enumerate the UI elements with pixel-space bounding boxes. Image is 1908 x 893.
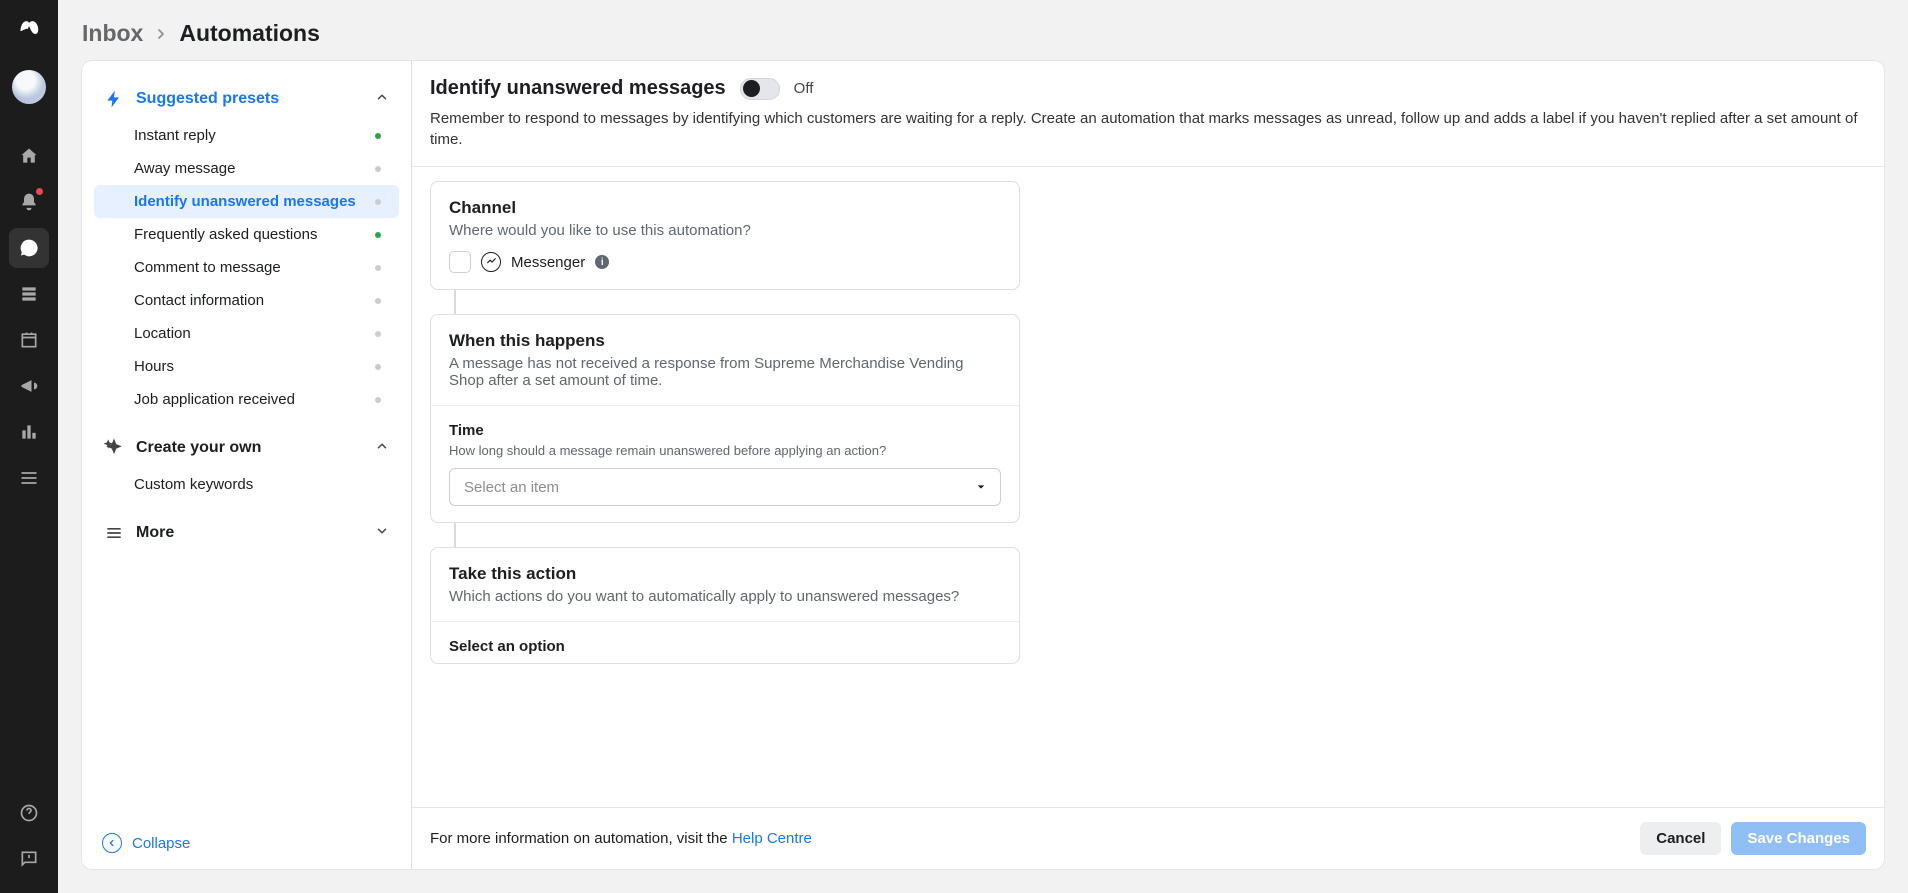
group-more-title: More <box>136 524 375 542</box>
preset-identify-unanswered[interactable]: Identify unanswered messages <box>94 185 399 218</box>
nav-ads[interactable] <box>9 366 49 406</box>
chevron-down-icon <box>375 524 389 542</box>
channel-title: Channel <box>449 198 1001 218</box>
messenger-icon <box>481 252 501 272</box>
content-header: Identify unanswered messages Off Remembe… <box>412 61 1884 166</box>
channel-sub: Where would you like to use this automat… <box>449 222 1001 239</box>
preset-hours[interactable]: Hours <box>94 350 399 383</box>
status-dot-icon <box>375 364 381 370</box>
action-select-label: Select an option <box>449 638 1001 655</box>
card-scroll: Channel Where would you like to use this… <box>412 166 1884 807</box>
sparkle-icon <box>104 438 128 458</box>
status-dot-icon <box>375 397 381 403</box>
messenger-checkbox[interactable] <box>449 251 471 273</box>
status-dot-icon <box>375 133 381 139</box>
preset-label: Custom keywords <box>134 476 253 493</box>
footer-text: For more information on automation, visi… <box>430 830 732 847</box>
nav-insights[interactable] <box>9 412 49 452</box>
preset-label: Job application received <box>134 391 295 408</box>
action-card: Take this action Which actions do you wa… <box>430 547 1020 664</box>
status-dot-icon <box>375 298 381 304</box>
page-title: Identify unanswered messages <box>430 77 726 100</box>
main-area: Inbox Automations Suggested presets <box>58 0 1908 893</box>
card-connector <box>454 290 456 314</box>
nav-calendar[interactable] <box>9 320 49 360</box>
preset-away-message[interactable]: Away message <box>94 152 399 185</box>
nav-inbox[interactable] <box>9 228 49 268</box>
bolt-icon <box>104 89 128 109</box>
preset-label: Frequently asked questions <box>134 226 317 243</box>
breadcrumb: Inbox Automations <box>58 0 1908 61</box>
collapse-sidebar[interactable]: Collapse <box>102 833 391 853</box>
preset-label: Hours <box>134 358 174 375</box>
status-dot-icon <box>375 265 381 271</box>
automation-toggle[interactable] <box>740 78 780 100</box>
group-create-your-own[interactable]: Create your own <box>90 428 403 468</box>
preset-label: Away message <box>134 160 235 177</box>
notification-dot-icon <box>36 188 43 195</box>
nav-rail <box>0 0 58 893</box>
time-label: Time <box>449 422 1001 439</box>
content-area: Identify unanswered messages Off Remembe… <box>412 61 1884 869</box>
nav-notifications[interactable] <box>9 182 49 222</box>
preset-label: Comment to message <box>134 259 281 276</box>
help-centre-link[interactable]: Help Centre <box>732 830 812 847</box>
action-title: Take this action <box>449 564 1001 584</box>
group-more[interactable]: More <box>90 513 403 553</box>
channel-card: Channel Where would you like to use this… <box>430 181 1020 290</box>
collapse-label: Collapse <box>132 835 190 852</box>
breadcrumb-current: Automations <box>179 20 320 47</box>
preset-label: Location <box>134 325 191 342</box>
cancel-button[interactable]: Cancel <box>1640 822 1721 855</box>
info-icon[interactable]: i <box>595 255 609 269</box>
content-footer: For more information on automation, visi… <box>412 807 1884 869</box>
nav-home[interactable] <box>9 136 49 176</box>
preset-faq[interactable]: Frequently asked questions <box>94 218 399 251</box>
when-card: When this happens A message has not rece… <box>430 314 1020 523</box>
action-sub: Which actions do you want to automatical… <box>449 588 1001 605</box>
preset-comment-to-message[interactable]: Comment to message <box>94 251 399 284</box>
page-description: Remember to respond to messages by ident… <box>430 108 1866 150</box>
preset-job-application[interactable]: Job application received <box>94 383 399 416</box>
select-placeholder: Select an item <box>464 479 559 496</box>
panel: Suggested presets Instant reply Away mes… <box>82 61 1884 869</box>
preset-label: Instant reply <box>134 127 216 144</box>
meta-logo-icon <box>10 8 48 46</box>
save-button[interactable]: Save Changes <box>1731 822 1866 855</box>
collapse-icon <box>102 833 122 853</box>
time-hint: How long should a message remain unanswe… <box>449 443 1001 458</box>
list-icon <box>104 523 128 543</box>
status-dot-icon <box>375 199 381 205</box>
messenger-label: Messenger <box>511 254 585 271</box>
group-suggested-title: Suggested presets <box>136 90 375 108</box>
preset-contact-info[interactable]: Contact information <box>94 284 399 317</box>
group-create-title: Create your own <box>136 439 375 457</box>
card-connector <box>454 523 456 547</box>
chevron-up-icon <box>375 90 389 108</box>
group-suggested-presets[interactable]: Suggested presets <box>90 79 403 119</box>
status-dot-icon <box>375 232 381 238</box>
toggle-state-label: Off <box>794 80 814 97</box>
status-dot-icon <box>375 331 381 337</box>
automations-sidebar: Suggested presets Instant reply Away mes… <box>82 61 412 869</box>
chevron-up-icon <box>375 439 389 457</box>
when-title: When this happens <box>449 331 1001 351</box>
nav-posts[interactable] <box>9 274 49 314</box>
breadcrumb-inbox[interactable]: Inbox <box>82 20 143 47</box>
caret-down-icon <box>976 479 986 496</box>
nav-feedback[interactable] <box>9 839 49 879</box>
avatar[interactable] <box>12 70 46 104</box>
status-dot-icon <box>375 166 381 172</box>
preset-location[interactable]: Location <box>94 317 399 350</box>
preset-instant-reply[interactable]: Instant reply <box>94 119 399 152</box>
nav-help[interactable] <box>9 793 49 833</box>
time-select[interactable]: Select an item <box>449 468 1001 506</box>
when-sub: A message has not received a response fr… <box>449 355 1001 389</box>
chevron-right-icon <box>153 26 169 42</box>
preset-label: Identify unanswered messages <box>134 193 356 210</box>
preset-label: Contact information <box>134 292 264 309</box>
nav-menu[interactable] <box>9 458 49 498</box>
preset-custom-keywords[interactable]: Custom keywords <box>94 468 399 501</box>
